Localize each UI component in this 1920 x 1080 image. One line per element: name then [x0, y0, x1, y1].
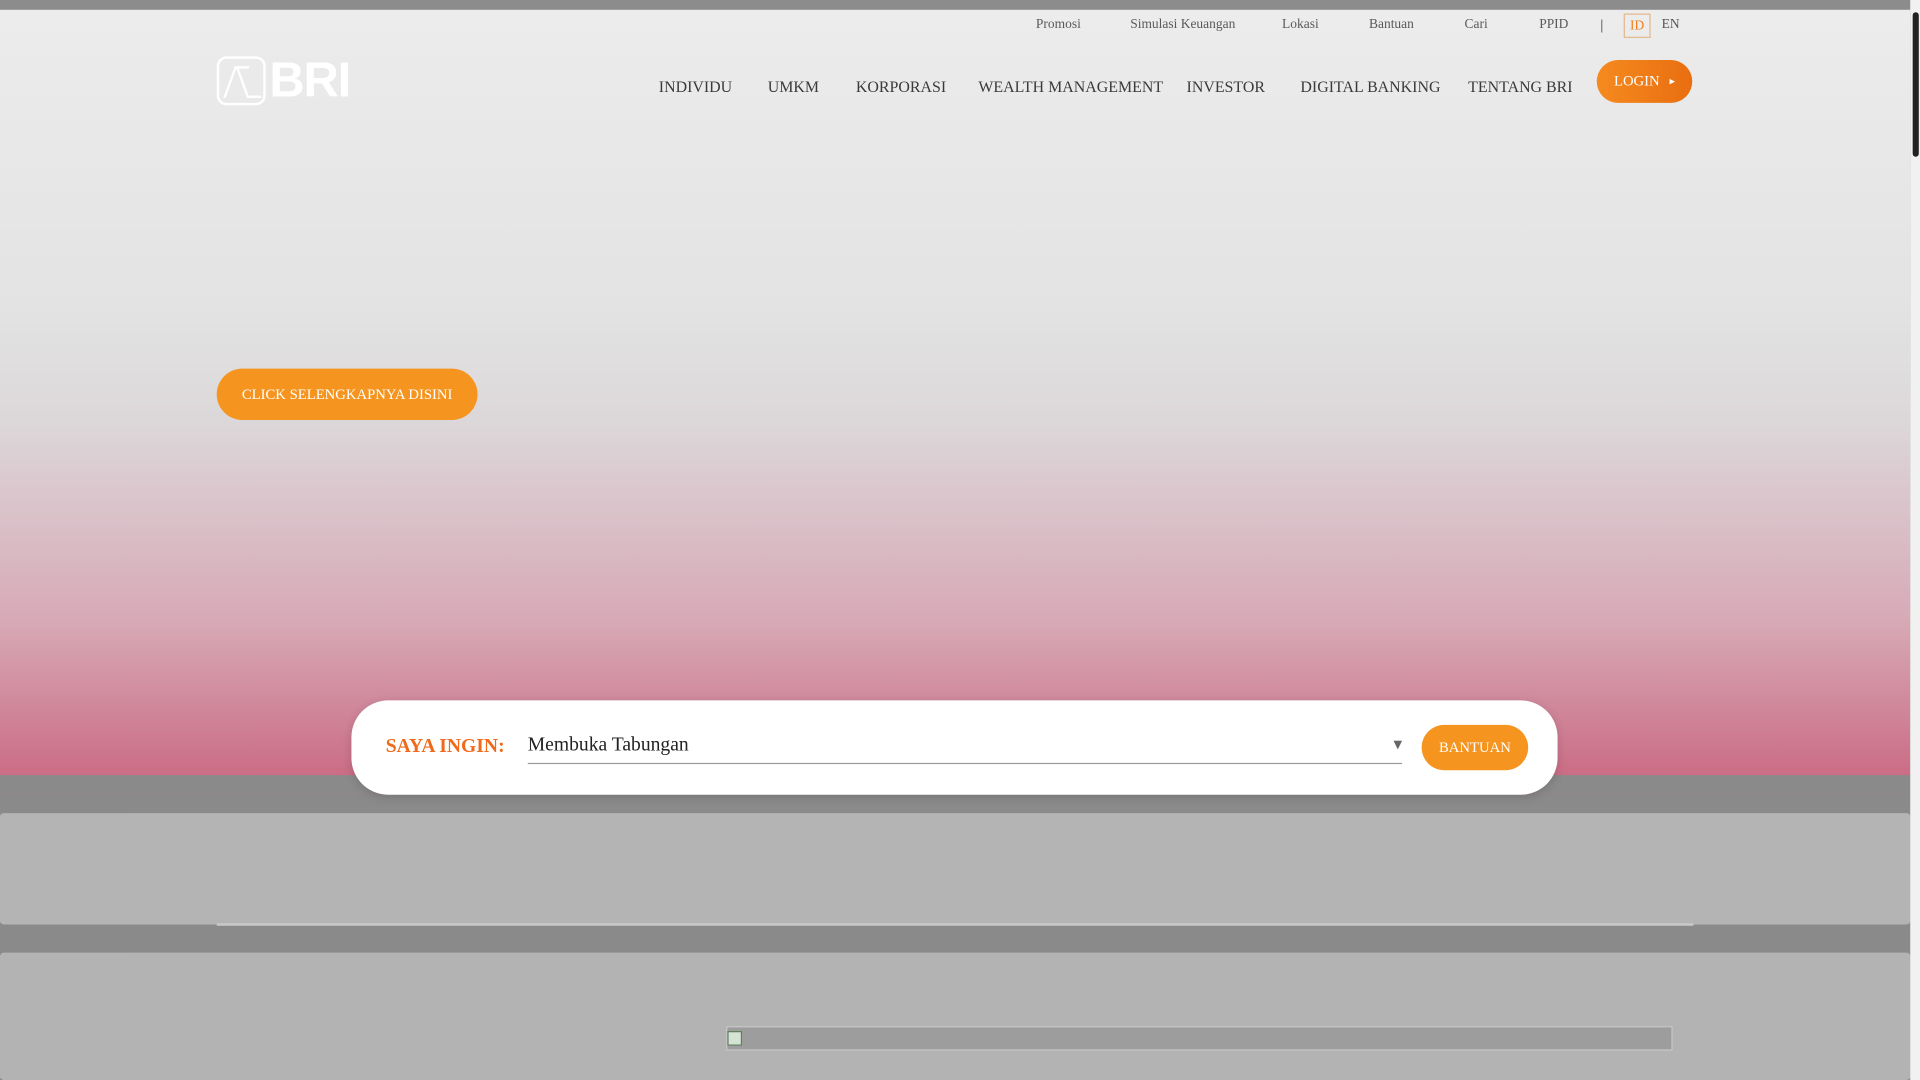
language-id-button[interactable]: ID [1623, 13, 1651, 38]
nav-investor[interactable]: INVESTOR [1187, 77, 1265, 97]
nav-umkm[interactable]: UMKM [768, 77, 819, 97]
content-band [0, 813, 1911, 925]
language-separator: | [1600, 15, 1604, 34]
nav-wealth-management[interactable]: WEALTH MANAGEMENT [978, 77, 1163, 97]
quick-search-card: SAYA INGIN: Membuka Tabungan ▾ BANTUAN [351, 700, 1558, 795]
language-en-button[interactable]: EN [1662, 17, 1680, 32]
broken-image-icon [727, 1031, 743, 1046]
utility-link-lokasi[interactable]: Lokasi [1282, 17, 1319, 32]
page: Promosi Simulasi Keuangan Lokasi Bantuan… [0, 0, 1920, 1080]
chevron-down-icon: ▾ [1393, 735, 1403, 755]
scrollbar-thumb[interactable] [1912, 12, 1919, 157]
utility-link-simulasi-keuangan[interactable]: Simulasi Keuangan [1130, 17, 1235, 32]
scrollbar-track[interactable] [1910, 0, 1920, 1080]
nav-individu[interactable]: INDIVIDU [659, 77, 732, 97]
content-section [0, 952, 1911, 1080]
login-button[interactable]: LOGIN ▸ [1596, 60, 1693, 103]
utility-link-bantuan[interactable]: Bantuan [1369, 17, 1414, 32]
hero-cta-button[interactable]: CLICK SELENGKAPNYA DISINI [216, 368, 478, 421]
quick-search-label: SAYA INGIN: [385, 735, 505, 757]
nav-tentang-bri[interactable]: TENTANG BRI [1468, 77, 1572, 97]
chevron-right-icon: ▸ [1669, 74, 1676, 87]
utility-link-ppid[interactable]: PPID [1539, 17, 1568, 32]
image-placeholder [726, 1026, 1673, 1051]
quick-search-bantuan-button[interactable]: BANTUAN [1421, 724, 1529, 771]
top-strip [0, 0, 1920, 10]
utility-link-cari[interactable]: Cari [1465, 17, 1488, 32]
quick-search-select[interactable]: Membuka Tabungan ▾ [527, 734, 1403, 765]
login-label: LOGIN [1613, 72, 1660, 90]
nav-digital-banking[interactable]: DIGITAL BANKING [1300, 77, 1440, 97]
quick-search-selected-value: Membuka Tabungan [527, 734, 689, 756]
divider [216, 923, 1694, 926]
utility-link-promosi[interactable]: Promosi [1036, 17, 1081, 32]
nav-korporasi[interactable]: KORPORASI [856, 77, 946, 97]
